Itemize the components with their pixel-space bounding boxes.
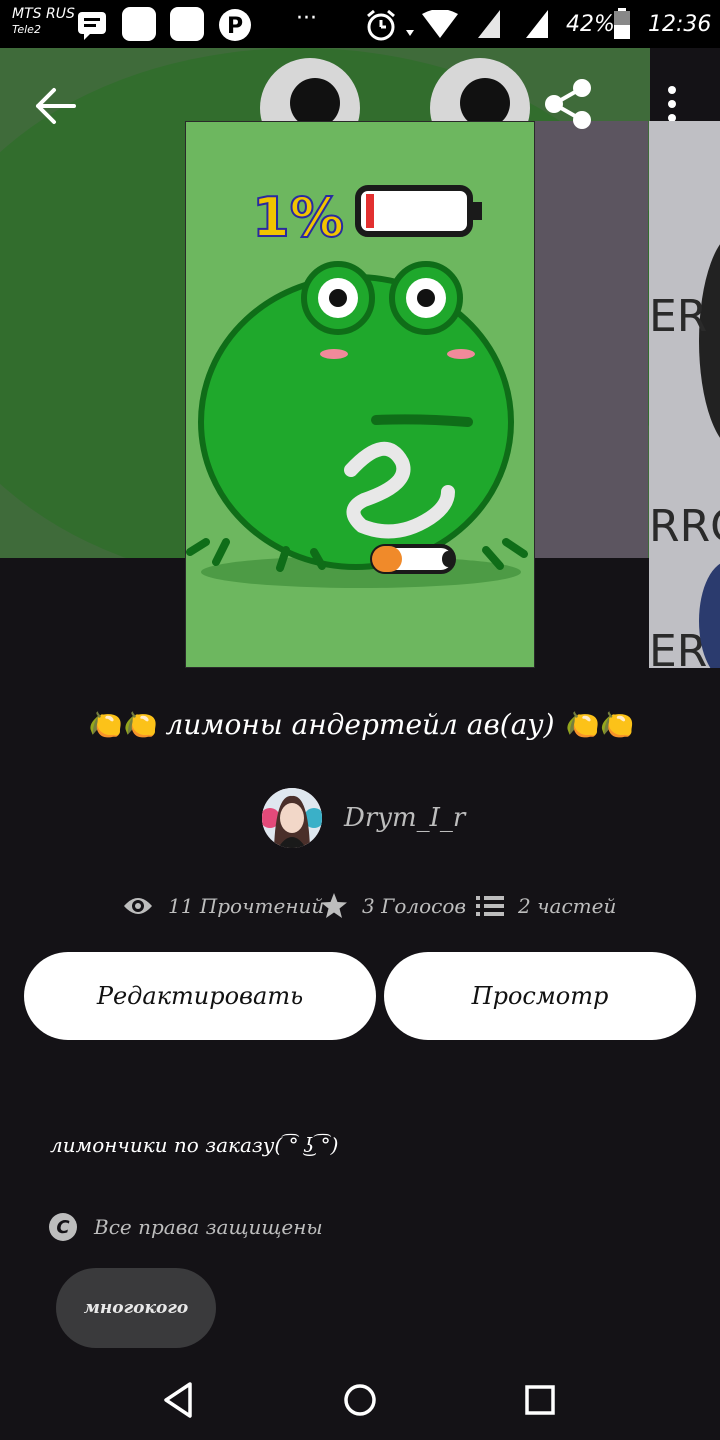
signal-icon — [478, 10, 500, 38]
system-nav-bar — [0, 1360, 720, 1440]
votes-stat: 3 Голосов — [320, 886, 466, 926]
reads-count: 11 Прочтений — [168, 894, 325, 918]
reads-stat: 11 Прочтений — [122, 886, 324, 926]
copyright-icon: C — [49, 1213, 77, 1241]
story-stats: 11 Прочтений 3 Голосов 2 частей — [0, 886, 720, 926]
story-description: лимончики по заказу( ͡° ͜ʖ ͡°) — [50, 1133, 339, 1157]
pinterest-icon: P — [219, 9, 251, 41]
svg-text:ER: ER — [649, 291, 707, 342]
author-row[interactable]: Drym_I_r — [262, 788, 465, 848]
battery-icon — [614, 8, 630, 39]
carrier-primary: MTS RUS — [12, 6, 75, 22]
clock: 12:36 — [648, 12, 712, 37]
copyright-text: Все права защищены — [94, 1215, 323, 1239]
next-story-cover[interactable]: ER RRO ERI — [649, 121, 720, 668]
tag-chip[interactable]: многокого — [56, 1268, 216, 1348]
svg-text:RRO: RRO — [649, 501, 720, 552]
eye-icon — [124, 898, 152, 914]
parts-stat: 2 частей — [476, 886, 616, 926]
copyright-row: C Все права защищены — [48, 1211, 323, 1243]
share-icon[interactable] — [540, 76, 596, 132]
preview-button[interactable]: Просмотр — [384, 952, 696, 1040]
app-notification-icon — [170, 7, 204, 41]
svg-text:P: P — [227, 14, 243, 39]
signal-icon — [526, 10, 548, 38]
votes-count: 3 Голосов — [362, 894, 467, 918]
story-hero: 1% ER RRO ERI — [0, 48, 720, 668]
wifi-icon — [406, 10, 458, 38]
status-bar: MTS RUS Tele2 P ··· 42% 12:36 — [0, 0, 720, 48]
carrier-secondary: Tele2 — [12, 22, 41, 36]
story-title: 🍋🍋 лимоны андертейл ав(ау) 🍋🍋 — [86, 708, 634, 741]
back-nav-icon[interactable] — [158, 1378, 202, 1422]
avatar[interactable] — [262, 788, 322, 848]
battery-percent: 42% — [566, 12, 615, 37]
edit-button[interactable]: Редактировать — [24, 952, 376, 1040]
carrier-info: MTS RUS Tele2 — [12, 6, 75, 36]
author-name[interactable]: Drym_I_r — [344, 803, 465, 833]
back-arrow-icon[interactable] — [34, 84, 78, 128]
messages-icon — [78, 12, 106, 40]
story-cover[interactable]: 1% — [185, 121, 535, 668]
more-notifications-icon: ··· — [296, 6, 317, 31]
app-notification-icon — [122, 7, 156, 41]
recents-nav-icon[interactable] — [518, 1378, 562, 1422]
star-icon — [321, 893, 347, 918]
parts-count: 2 частей — [518, 894, 617, 918]
home-nav-icon[interactable] — [338, 1378, 382, 1422]
list-icon — [476, 896, 504, 916]
svg-text:C: C — [56, 1217, 70, 1238]
cover-battery-text: 1% — [252, 186, 344, 249]
alarm-icon — [367, 9, 395, 41]
frog-cover-illustration: 1% — [186, 122, 534, 667]
